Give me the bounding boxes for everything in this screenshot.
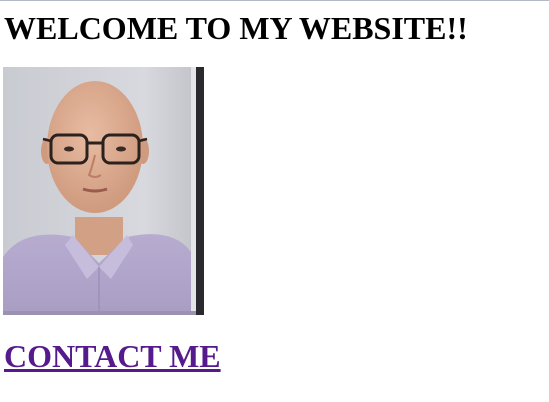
contact-me-link[interactable]: CONTACT ME	[4, 336, 221, 376]
window-top-border	[0, 0, 549, 1]
profile-photo	[3, 67, 204, 315]
page-heading: WELCOME TO MY WEBSITE!!	[4, 10, 468, 46]
